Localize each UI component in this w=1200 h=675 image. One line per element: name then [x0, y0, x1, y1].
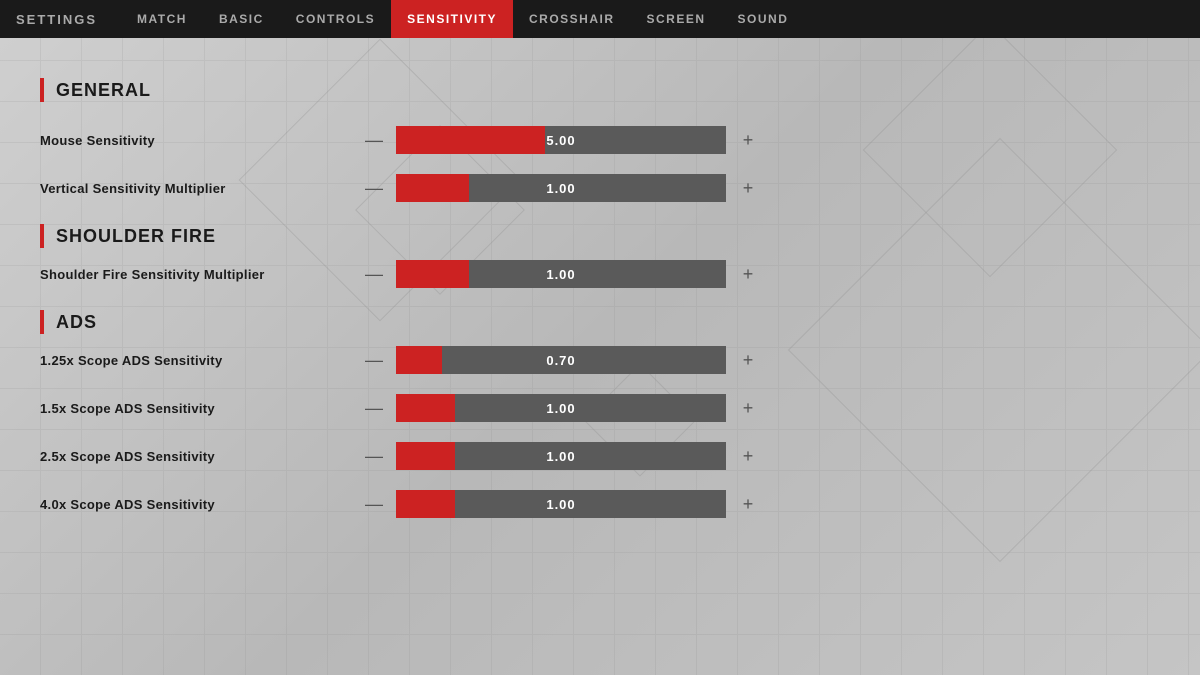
setting-row-mouse-sensitivity: Mouse Sensitivity — 5.00 + [40, 122, 760, 158]
slider-shoulder-fire[interactable]: 1.00 [396, 260, 726, 288]
setting-row-25x: 2.5x Scope ADS Sensitivity — 1.00 + [40, 438, 760, 474]
plus-25x[interactable]: + [734, 442, 762, 470]
settings-title: SETTINGS [16, 12, 97, 27]
tab-basic[interactable]: BASIC [203, 0, 280, 38]
label-125x: 1.25x Scope ADS Sensitivity [40, 353, 360, 368]
tab-sound[interactable]: SOUND [722, 0, 805, 38]
minus-25x[interactable]: — [360, 442, 388, 470]
value-25x: 1.00 [396, 442, 726, 470]
slider-15x[interactable]: 1.00 [396, 394, 726, 422]
tab-match[interactable]: MATCH [121, 0, 203, 38]
minus-shoulder-fire[interactable]: — [360, 260, 388, 288]
minus-125x[interactable]: — [360, 346, 388, 374]
label-shoulder-fire: Shoulder Fire Sensitivity Multiplier [40, 267, 360, 282]
controls-mouse-sensitivity: — 5.00 + [360, 126, 762, 154]
section-accent-general [40, 78, 44, 102]
label-25x: 2.5x Scope ADS Sensitivity [40, 449, 360, 464]
setting-row-125x: 1.25x Scope ADS Sensitivity — 0.70 + [40, 342, 760, 378]
label-15x: 1.5x Scope ADS Sensitivity [40, 401, 360, 416]
minus-vertical-sensitivity[interactable]: — [360, 174, 388, 202]
tab-crosshair[interactable]: CROSSHAIR [513, 0, 631, 38]
minus-15x[interactable]: — [360, 394, 388, 422]
setting-row-shoulder-fire: Shoulder Fire Sensitivity Multiplier — 1… [40, 256, 760, 292]
section-title-shoulder-fire: Shoulder Fire [56, 226, 216, 247]
controls-25x: — 1.00 + [360, 442, 762, 470]
value-vertical-sensitivity: 1.00 [396, 174, 726, 202]
section-header-ads: ADS [40, 310, 760, 334]
value-mouse-sensitivity: 5.00 [396, 126, 726, 154]
controls-40x: — 1.00 + [360, 490, 762, 518]
slider-40x[interactable]: 1.00 [396, 490, 726, 518]
setting-row-vertical-sensitivity: Vertical Sensitivity Multiplier — 1.00 + [40, 170, 760, 206]
minus-40x[interactable]: — [360, 490, 388, 518]
value-125x: 0.70 [396, 346, 726, 374]
tab-screen[interactable]: SCREEN [631, 0, 722, 38]
value-40x: 1.00 [396, 490, 726, 518]
navbar: SETTINGS MATCH BASIC CONTROLS SENSITIVIT… [0, 0, 1200, 38]
controls-125x: — 0.70 + [360, 346, 762, 374]
section-accent-ads [40, 310, 44, 334]
plus-15x[interactable]: + [734, 394, 762, 422]
plus-shoulder-fire[interactable]: + [734, 260, 762, 288]
label-mouse-sensitivity: Mouse Sensitivity [40, 133, 360, 148]
slider-25x[interactable]: 1.00 [396, 442, 726, 470]
value-shoulder-fire: 1.00 [396, 260, 726, 288]
plus-vertical-sensitivity[interactable]: + [734, 174, 762, 202]
label-vertical-sensitivity: Vertical Sensitivity Multiplier [40, 181, 360, 196]
plus-125x[interactable]: + [734, 346, 762, 374]
label-40x: 4.0x Scope ADS Sensitivity [40, 497, 360, 512]
tab-controls[interactable]: CONTROLS [280, 0, 391, 38]
slider-125x[interactable]: 0.70 [396, 346, 726, 374]
slider-mouse-sensitivity[interactable]: 5.00 [396, 126, 726, 154]
controls-shoulder-fire: — 1.00 + [360, 260, 762, 288]
controls-15x: — 1.00 + [360, 394, 762, 422]
tab-sensitivity[interactable]: SENSITIVITY [391, 0, 513, 38]
plus-40x[interactable]: + [734, 490, 762, 518]
setting-row-15x: 1.5x Scope ADS Sensitivity — 1.00 + [40, 390, 760, 426]
controls-vertical-sensitivity: — 1.00 + [360, 174, 762, 202]
minus-mouse-sensitivity[interactable]: — [360, 126, 388, 154]
section-header-shoulder-fire: Shoulder Fire [40, 224, 760, 248]
value-15x: 1.00 [396, 394, 726, 422]
section-title-ads: ADS [56, 312, 97, 333]
slider-vertical-sensitivity[interactable]: 1.00 [396, 174, 726, 202]
main-content: General Mouse Sensitivity — 5.00 + Verti… [0, 38, 800, 564]
section-header-general: General [40, 78, 760, 102]
plus-mouse-sensitivity[interactable]: + [734, 126, 762, 154]
section-title-general: General [56, 80, 151, 101]
section-accent-shoulder-fire [40, 224, 44, 248]
setting-row-40x: 4.0x Scope ADS Sensitivity — 1.00 + [40, 486, 760, 522]
